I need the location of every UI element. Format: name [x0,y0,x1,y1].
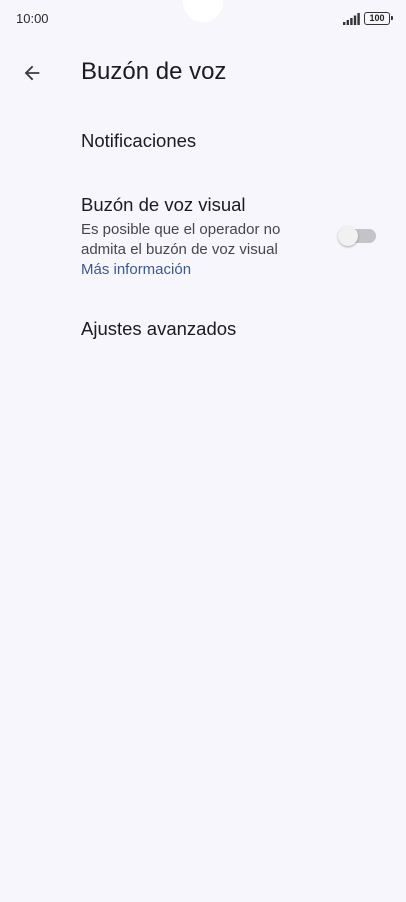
visual-voicemail-description-line1: Es posible que el operador no [81,221,281,238]
signal-icon [343,13,360,25]
status-time: 10:00 [16,11,49,26]
toggle-thumb [338,226,358,246]
battery-icon: 100 [364,12,393,25]
back-button[interactable] [14,55,50,91]
status-bar: 10:00 100 [0,0,406,38]
visual-voicemail-title: Buzón de voz visual [81,194,246,215]
notifications-row[interactable]: Notificaciones [0,118,406,164]
arrow-back-icon [24,65,40,81]
page-title: Buzón de voz [81,58,227,85]
visual-voicemail-toggle[interactable] [338,226,376,246]
advanced-settings-row[interactable]: Ajustes avanzados [0,306,406,352]
advanced-settings-label: Ajustes avanzados [81,318,237,339]
more-info-link[interactable]: Más información [81,261,191,278]
visual-voicemail-description-line2: admita el buzón de voz visual [81,241,278,258]
notifications-label: Notificaciones [81,130,197,151]
